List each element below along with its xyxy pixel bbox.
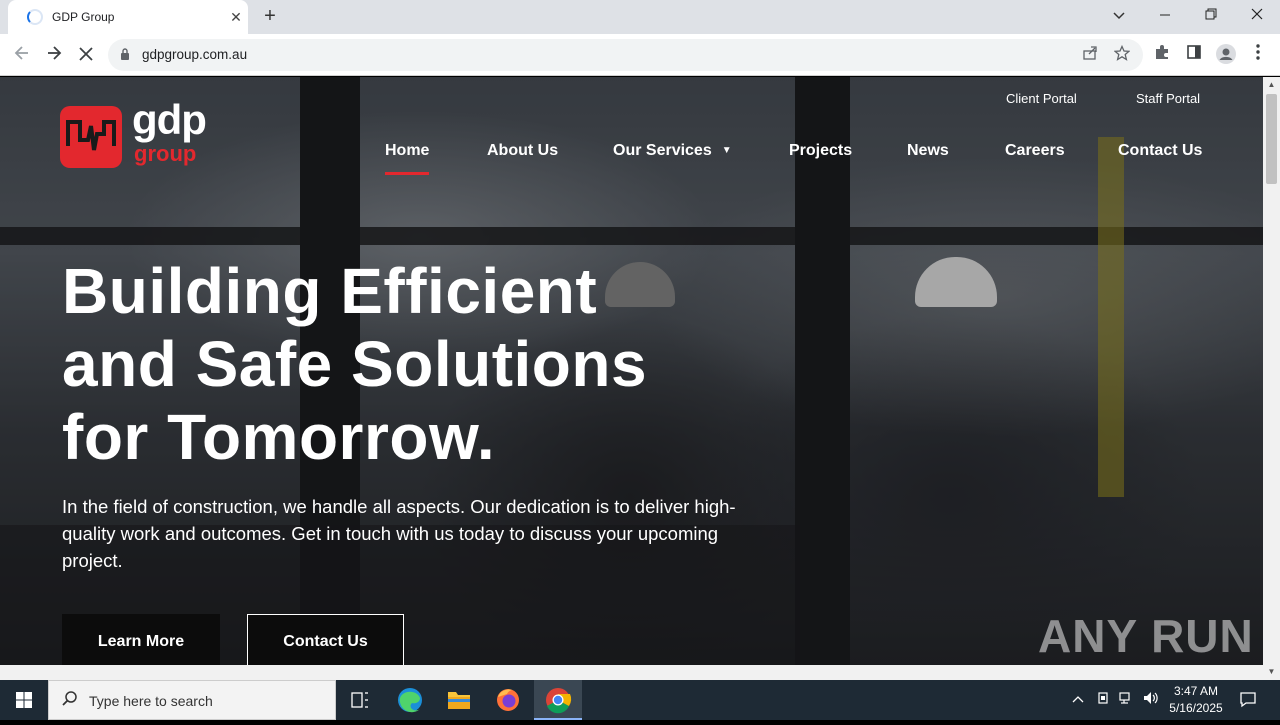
task-view-button[interactable] bbox=[336, 680, 384, 720]
scroll-thumb[interactable] bbox=[1266, 94, 1277, 184]
notifications-icon[interactable] bbox=[1239, 690, 1257, 708]
stop-icon bbox=[79, 47, 93, 61]
minimize-icon bbox=[1160, 14, 1170, 16]
file-explorer-app[interactable] bbox=[435, 680, 483, 720]
nav-projects[interactable]: Projects bbox=[789, 142, 852, 160]
back-button[interactable] bbox=[9, 42, 35, 68]
learn-more-button[interactable]: Learn More bbox=[62, 614, 220, 665]
volume-icon[interactable] bbox=[1143, 691, 1159, 707]
loading-spinner-icon bbox=[27, 9, 43, 25]
tab-search-button[interactable] bbox=[1096, 0, 1142, 34]
hero-title-line: and Safe Solutions bbox=[62, 328, 648, 400]
side-panel-icon[interactable] bbox=[1183, 44, 1205, 66]
vertical-scrollbar[interactable]: ▲ ▼ bbox=[1263, 77, 1280, 680]
nav-about-us[interactable]: About Us bbox=[487, 142, 558, 160]
stop-loading-button[interactable] bbox=[73, 42, 99, 68]
anyrun-watermark: ANY RUN bbox=[1038, 610, 1254, 662]
forward-button[interactable] bbox=[41, 42, 67, 68]
windows-taskbar: Type here to search 3:47 AM 5/16/2025 bbox=[0, 680, 1280, 720]
client-portal-link[interactable]: Client Portal bbox=[1006, 91, 1077, 106]
nav-home[interactable]: Home bbox=[385, 142, 430, 175]
tray-device-icon[interactable] bbox=[1095, 691, 1111, 707]
search-placeholder: Type here to search bbox=[89, 693, 213, 709]
close-icon bbox=[1251, 8, 1263, 20]
contact-us-button[interactable]: Contact Us bbox=[247, 614, 404, 665]
network-icon[interactable] bbox=[1119, 691, 1135, 707]
scroll-down-arrow-icon[interactable]: ▼ bbox=[1263, 664, 1280, 680]
nav-our-services[interactable]: Our Services ▼ bbox=[613, 142, 732, 160]
close-window-button[interactable] bbox=[1234, 0, 1280, 34]
start-button[interactable] bbox=[0, 680, 48, 720]
nav-our-services-label: Our Services bbox=[613, 142, 712, 159]
task-view-icon bbox=[351, 692, 368, 708]
arrow-left-icon bbox=[14, 46, 28, 60]
minimize-button[interactable] bbox=[1142, 0, 1188, 34]
extensions-puzzle-icon[interactable] bbox=[1151, 44, 1173, 66]
firefox-app[interactable] bbox=[484, 680, 532, 720]
nav-news[interactable]: News bbox=[907, 142, 949, 160]
url-text[interactable]: gdpgroup.com.au bbox=[142, 47, 247, 62]
firefox-icon bbox=[497, 689, 519, 711]
search-icon bbox=[62, 691, 77, 706]
profile-avatar-icon[interactable] bbox=[1215, 44, 1237, 66]
tray-chevron-up-icon[interactable] bbox=[1070, 691, 1086, 707]
logo-subtext[interactable]: group bbox=[134, 142, 196, 166]
share-icon[interactable] bbox=[1079, 45, 1101, 67]
browser-toolbar: gdpgroup.com.au bbox=[0, 34, 1280, 76]
logo-mark[interactable] bbox=[60, 106, 122, 168]
restore-icon bbox=[1205, 8, 1217, 20]
browser-tab[interactable]: GDP Group ✕ bbox=[8, 0, 248, 34]
lock-icon bbox=[121, 48, 129, 60]
chrome-app[interactable] bbox=[534, 680, 582, 720]
hero-title-line: for Tomorrow. bbox=[62, 401, 496, 473]
windows-logo-icon bbox=[16, 692, 32, 708]
page-bottom-strip bbox=[0, 665, 1263, 680]
pulse-line-icon bbox=[66, 120, 116, 151]
hero-title: Building Efficient and Safe Solutions fo… bbox=[62, 255, 782, 474]
nav-contact-us[interactable]: Contact Us bbox=[1118, 142, 1202, 160]
web-page: gdp group Client Portal Staff Portal Hom… bbox=[0, 77, 1263, 665]
restore-button[interactable] bbox=[1188, 0, 1234, 34]
taskbar-search-box[interactable]: Type here to search bbox=[48, 680, 336, 720]
arrow-right-icon bbox=[48, 46, 62, 60]
clock-date: 5/16/2025 bbox=[1169, 701, 1223, 715]
new-tab-button[interactable]: + bbox=[258, 5, 282, 29]
caret-down-icon: ▼ bbox=[721, 145, 732, 157]
logo-text[interactable]: gdp bbox=[132, 99, 207, 141]
chevron-down-icon bbox=[1113, 12, 1125, 20]
tab-title: GDP Group bbox=[52, 10, 115, 24]
chrome-icon bbox=[546, 688, 572, 714]
edge-app[interactable] bbox=[386, 680, 434, 720]
staff-portal-link[interactable]: Staff Portal bbox=[1136, 91, 1200, 106]
close-tab-icon[interactable]: ✕ bbox=[226, 7, 246, 27]
scroll-up-arrow-icon[interactable]: ▲ bbox=[1263, 77, 1280, 93]
menu-kebab-icon[interactable] bbox=[1247, 44, 1269, 66]
bookmark-star-icon[interactable] bbox=[1111, 44, 1133, 67]
hero-title-line: Building Efficient bbox=[62, 255, 598, 327]
edge-icon bbox=[398, 688, 422, 713]
folder-icon bbox=[448, 692, 470, 709]
tab-strip: GDP Group ✕ + bbox=[0, 0, 1280, 34]
address-bar[interactable]: gdpgroup.com.au bbox=[108, 39, 1143, 71]
system-clock[interactable]: 3:47 AM 5/16/2025 bbox=[1162, 683, 1230, 717]
clock-time: 3:47 AM bbox=[1173, 684, 1219, 698]
nav-careers[interactable]: Careers bbox=[1005, 142, 1065, 160]
hero-description: In the field of construction, we handle … bbox=[62, 496, 736, 571]
